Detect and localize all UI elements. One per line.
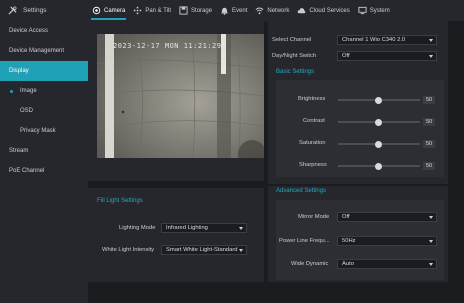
mirror-mode-value: Off	[342, 214, 350, 220]
select-channel-value: Channel 1 Wio C340 2.0	[342, 37, 406, 43]
basic-settings-title: Basic Settings	[276, 69, 315, 75]
chevron-down-icon	[429, 55, 433, 58]
chevron-down-icon	[429, 240, 433, 243]
tab-cloud-services[interactable]: Cloud Services	[293, 0, 353, 21]
sidebar-item-osd[interactable]: OSD	[0, 101, 88, 121]
advanced-settings-title: Advanced Settings	[276, 188, 327, 194]
sidebar-item-device-management[interactable]: Device Management	[0, 41, 88, 61]
tools-icon	[8, 6, 17, 15]
brightness-slider[interactable]	[338, 96, 420, 104]
chevron-down-icon	[429, 216, 433, 219]
tab-network[interactable]: Network	[251, 0, 293, 21]
select-channel-label: Select Channel	[272, 37, 312, 43]
active-indicator	[10, 89, 13, 93]
chevron-down-icon	[429, 39, 433, 42]
brightness-label: Brightness	[298, 96, 326, 102]
sidebar: Settings Device Access Device Management…	[0, 0, 88, 303]
select-channel-dropdown[interactable]: Channel 1 Wio C340 2.0	[337, 35, 437, 45]
day-night-value: Off	[342, 53, 350, 59]
contrast-value[interactable]: 50	[423, 118, 435, 126]
saturation-value[interactable]: 50	[423, 140, 435, 148]
fill-light-title: Fill Light Settings	[97, 198, 143, 204]
brightness-value[interactable]: 50	[423, 96, 435, 104]
slider-knob[interactable]	[375, 118, 382, 126]
power-line-frequency-value: 50Hz	[342, 238, 356, 244]
contrast-label: Contrast	[303, 118, 325, 124]
wide-dynamic-label: Wide Dynamic	[291, 261, 329, 267]
day-night-label: Day/Night Switch	[272, 53, 317, 59]
slider-knob[interactable]	[375, 96, 382, 104]
tab-label: Event	[232, 7, 248, 14]
camera-icon	[92, 6, 101, 15]
live-preview[interactable]: 2023-12-17 MON 11:21:29	[97, 34, 264, 158]
chevron-down-icon	[239, 249, 243, 252]
sidebar-item-label: Image	[20, 88, 37, 94]
top-nav: Camera Pan & Tilt Storage Event Network …	[88, 0, 464, 21]
day-night-dropdown[interactable]: Off	[337, 51, 437, 61]
contrast-slider[interactable]	[338, 118, 420, 126]
white-light-intensity-label: White Light Intensity	[102, 247, 155, 253]
tab-label: Storage	[191, 7, 213, 14]
lighting-mode-dropdown[interactable]: Infrared Lighting	[161, 223, 247, 233]
mirror-mode-dropdown[interactable]: Off	[337, 212, 437, 222]
lighting-mode-label: Lighting Mode	[119, 225, 156, 231]
power-line-frequency-dropdown[interactable]: 50Hz	[337, 236, 437, 246]
wide-dynamic-value: Auto	[342, 261, 354, 267]
monitor-icon	[358, 6, 367, 15]
white-light-intensity-value: Smart White Light-Standard	[166, 247, 238, 253]
tab-camera[interactable]: Camera	[88, 0, 129, 21]
sharpness-slider[interactable]	[338, 162, 420, 170]
sidebar-item-stream[interactable]: Stream	[0, 141, 88, 161]
sidebar-item-poe-channel[interactable]: PoE Channel	[0, 161, 88, 181]
slider-knob[interactable]	[375, 162, 382, 170]
tab-label: Camera	[104, 7, 126, 14]
tab-pan-tilt[interactable]: Pan & Tilt	[129, 0, 175, 21]
storage-icon	[179, 6, 188, 15]
tab-event[interactable]: Event	[216, 0, 251, 21]
slider-knob[interactable]	[375, 140, 382, 148]
wide-dynamic-dropdown[interactable]: Auto	[337, 259, 437, 269]
chevron-down-icon	[239, 227, 243, 230]
sidebar-item-device-access[interactable]: Device Access	[0, 21, 88, 41]
preview-image	[97, 34, 264, 158]
tab-storage[interactable]: Storage	[175, 0, 216, 21]
white-light-intensity-dropdown[interactable]: Smart White Light-Standard	[161, 245, 247, 255]
sidebar-item-display[interactable]: Display	[0, 61, 88, 81]
app-header: Settings	[0, 0, 88, 21]
tab-label: Pan & Tilt	[145, 7, 172, 14]
tab-label: System	[369, 7, 390, 14]
cloud-icon	[298, 8, 306, 14]
lighting-mode-value: Infrared Lighting	[166, 225, 208, 231]
wifi-icon	[255, 7, 264, 15]
sidebar-item-privacy-mask[interactable]: Privacy Mask	[0, 121, 88, 141]
mirror-mode-label: Mirror Mode	[298, 214, 330, 220]
tab-label: Network	[267, 7, 290, 14]
bell-icon	[221, 7, 228, 15]
pan-tilt-icon	[133, 6, 142, 15]
saturation-label: Saturation	[299, 140, 326, 146]
osd-timestamp: 2023-12-17 MON 11:21:29	[113, 42, 222, 50]
app-title: Settings	[23, 7, 47, 14]
tab-system[interactable]: System	[354, 0, 394, 21]
power-line-frequency-label: Power Line Frequ...	[279, 238, 330, 244]
chevron-down-icon	[429, 263, 433, 266]
sharpness-value[interactable]: 50	[423, 162, 435, 170]
tab-label: Cloud Services	[309, 7, 350, 14]
sharpness-label: Sharpness	[299, 162, 327, 168]
sidebar-item-image[interactable]: Image	[0, 81, 88, 101]
saturation-slider[interactable]	[338, 140, 420, 148]
